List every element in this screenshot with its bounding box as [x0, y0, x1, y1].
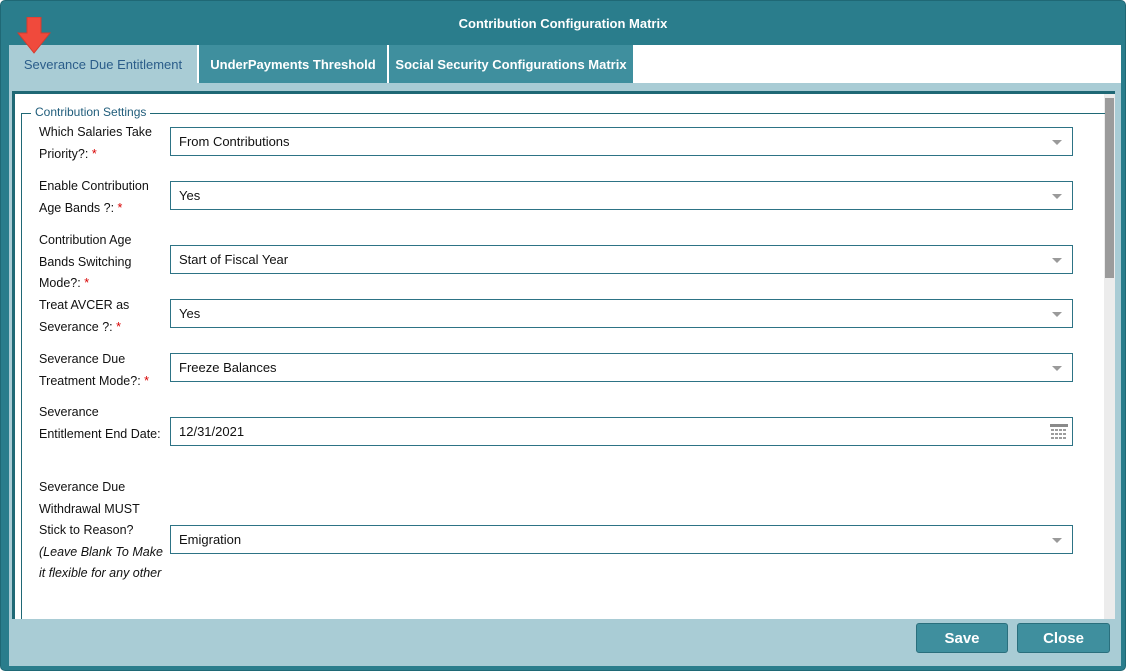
close-button[interactable]: Close	[1017, 623, 1110, 653]
contribution-config-dialog: Contribution Configuration Matrix Severa…	[0, 0, 1126, 671]
tab-panel: Contribution Settings Which Salaries Tak…	[9, 83, 1121, 666]
treatment-mode-select[interactable]: Freeze Balances	[170, 353, 1073, 382]
fieldset-legend: Contribution Settings	[31, 105, 151, 119]
field-label: Enable Contribution Age Bands ?: *	[39, 179, 149, 215]
red-down-arrow-icon	[17, 17, 51, 54]
scrollbar-thumb[interactable]	[1105, 98, 1114, 278]
chevron-down-icon	[1052, 194, 1062, 199]
chevron-down-icon	[1052, 312, 1062, 317]
required-marker: *	[144, 373, 150, 388]
field-label: Severance Entitlement End Date:	[39, 405, 161, 441]
select-value: Yes	[179, 188, 201, 203]
end-date-input[interactable]: 12/31/2021	[170, 417, 1073, 446]
required-marker: *	[91, 146, 97, 161]
tab-strip: Severance Due Entitlement UnderPayments …	[9, 45, 1121, 83]
field-label: Severance Due Withdrawal MUST Stick to R…	[39, 480, 163, 581]
dialog-title: Contribution Configuration Matrix	[458, 15, 668, 31]
select-value: From Contributions	[179, 134, 290, 149]
tab-underpayments-threshold[interactable]: UnderPayments Threshold	[199, 45, 387, 83]
calendar-icon[interactable]	[1050, 424, 1068, 440]
field-label: Contribution Age Bands Switching Mode?: …	[39, 233, 132, 290]
date-value: 12/31/2021	[179, 424, 245, 439]
withdrawal-reason-select[interactable]: Emigration	[170, 525, 1073, 554]
field-label: Which Salaries Take Priority?: *	[39, 125, 153, 161]
tab-social-security-configurations-matrix[interactable]: Social Security Configurations Matrix	[389, 45, 633, 83]
avcer-select[interactable]: Yes	[170, 299, 1073, 328]
select-value: Start of Fiscal Year	[179, 252, 289, 267]
chevron-down-icon	[1052, 366, 1062, 371]
chevron-down-icon	[1052, 140, 1062, 145]
chevron-down-icon	[1052, 258, 1062, 263]
field-label: Treat AVCER as Severance ?: *	[39, 298, 130, 334]
required-marker: *	[117, 200, 123, 215]
age-bands-select[interactable]: Yes	[170, 181, 1073, 210]
salaries-priority-select[interactable]: From Contributions	[170, 127, 1073, 156]
field-label: Severance Due Treatment Mode?: *	[39, 352, 150, 388]
select-value: Freeze Balances	[179, 360, 277, 375]
select-value: Yes	[179, 306, 201, 321]
required-marker: *	[116, 319, 122, 334]
vertical-scrollbar[interactable]	[1104, 94, 1115, 619]
select-value: Emigration	[179, 532, 242, 547]
contribution-settings-fieldset: Contribution Settings Which Salaries Tak…	[21, 105, 1105, 619]
settings-content: Contribution Settings Which Salaries Tak…	[12, 91, 1115, 619]
chevron-down-icon	[1052, 538, 1062, 543]
field-label-note: (Leave Blank To Make it flexible for any…	[39, 544, 163, 581]
save-button[interactable]: Save	[916, 623, 1008, 653]
switching-mode-select[interactable]: Start of Fiscal Year	[170, 245, 1073, 274]
required-marker: *	[84, 276, 90, 290]
